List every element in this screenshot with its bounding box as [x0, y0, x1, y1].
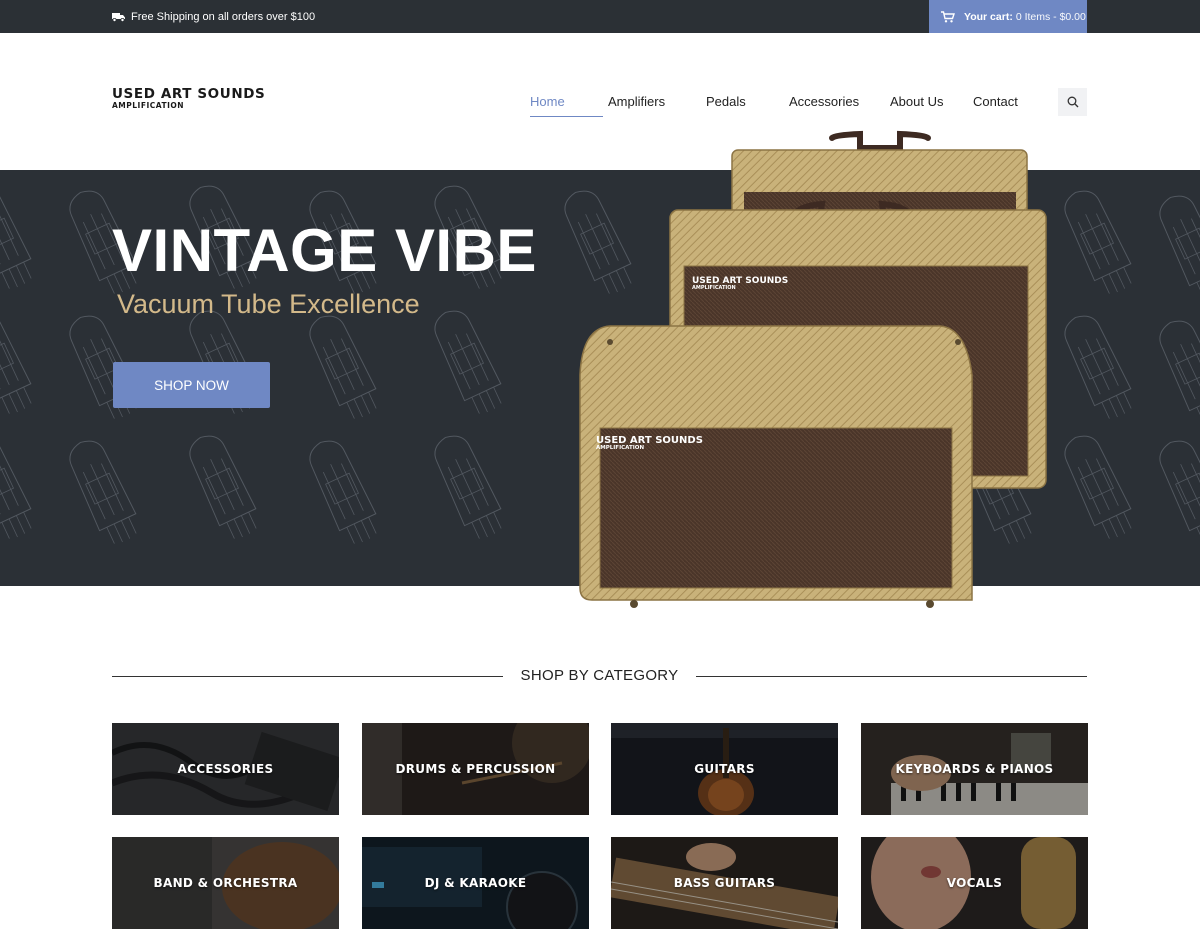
amp-front-badge-line2: AMPLIFICATION	[596, 445, 644, 451]
category-tile-guitars[interactable]: GUITARS	[611, 723, 838, 815]
nav-contact[interactable]: Contact	[973, 94, 1018, 109]
cart-label: Your cart:	[964, 10, 1013, 23]
top-bar: Free Shipping on all orders over $100 Yo…	[0, 0, 1200, 33]
shipping-notice: Free Shipping on all orders over $100	[112, 0, 315, 33]
category-label: DRUMS & PERCUSSION	[395, 762, 556, 776]
nav-home[interactable]: Home	[530, 94, 565, 109]
category-tile-drums[interactable]: DRUMS & PERCUSSION	[362, 723, 589, 815]
category-heading: SHOP BY CATEGORY	[502, 667, 697, 684]
truck-icon	[112, 12, 125, 22]
tweed-amplifiers-image: USED ART SOUNDS AMPLIFICATION USED ART S…	[579, 130, 1047, 608]
category-tile-accessories[interactable]: ACCESSORIES	[112, 723, 339, 815]
category-tile-band-orchestra[interactable]: BAND & ORCHESTRA	[112, 837, 339, 929]
logo-title: USED ART SOUNDS	[112, 86, 266, 102]
cart-button[interactable]: Your cart: 0 Items - $0.00	[929, 0, 1087, 33]
category-label: BAND & ORCHESTRA	[153, 876, 298, 890]
category-label: ACCESSORIES	[177, 762, 274, 776]
category-label: VOCALS	[946, 876, 1003, 890]
cart-icon	[941, 10, 955, 22]
hero-subtitle: Vacuum Tube Excellence	[117, 289, 420, 319]
hero-title: VINTAGE VIBE	[112, 217, 537, 284]
site-logo[interactable]: USED ART SOUNDS AMPLIFICATION	[112, 86, 266, 110]
logo-subtitle: AMPLIFICATION	[112, 101, 185, 110]
amp-middle-badge-line2: AMPLIFICATION	[692, 285, 736, 291]
nav-about-us[interactable]: About Us	[890, 94, 943, 109]
shipping-text: Free Shipping on all orders over $100	[131, 10, 316, 23]
category-section-header: SHOP BY CATEGORY	[112, 667, 1087, 687]
category-label: BASS GUITARS	[673, 876, 776, 890]
category-label: KEYBOARDS & PIANOS	[895, 762, 1054, 776]
category-tile-keyboards[interactable]: KEYBOARDS & PIANOS	[861, 723, 1088, 815]
shop-now-button[interactable]: SHOP NOW	[113, 362, 270, 408]
search-button[interactable]	[1058, 88, 1087, 116]
amp-front: USED ART SOUNDS AMPLIFICATION	[579, 325, 973, 608]
nav-accessories[interactable]: Accessories	[789, 94, 859, 109]
category-tile-vocals[interactable]: VOCALS	[861, 837, 1088, 929]
nav-pedals[interactable]: Pedals	[706, 94, 746, 109]
cart-summary: 0 Items - $0.00	[1015, 10, 1086, 23]
category-label: DJ & KARAOKE	[424, 876, 527, 890]
active-nav-underline	[530, 116, 603, 117]
category-label: GUITARS	[694, 762, 755, 776]
category-tile-bass-guitars[interactable]: BASS GUITARS	[611, 837, 838, 929]
category-tile-dj-karaoke[interactable]: DJ & KARAOKE	[362, 837, 589, 929]
nav-amplifiers[interactable]: Amplifiers	[608, 94, 665, 109]
search-icon	[1067, 96, 1078, 108]
